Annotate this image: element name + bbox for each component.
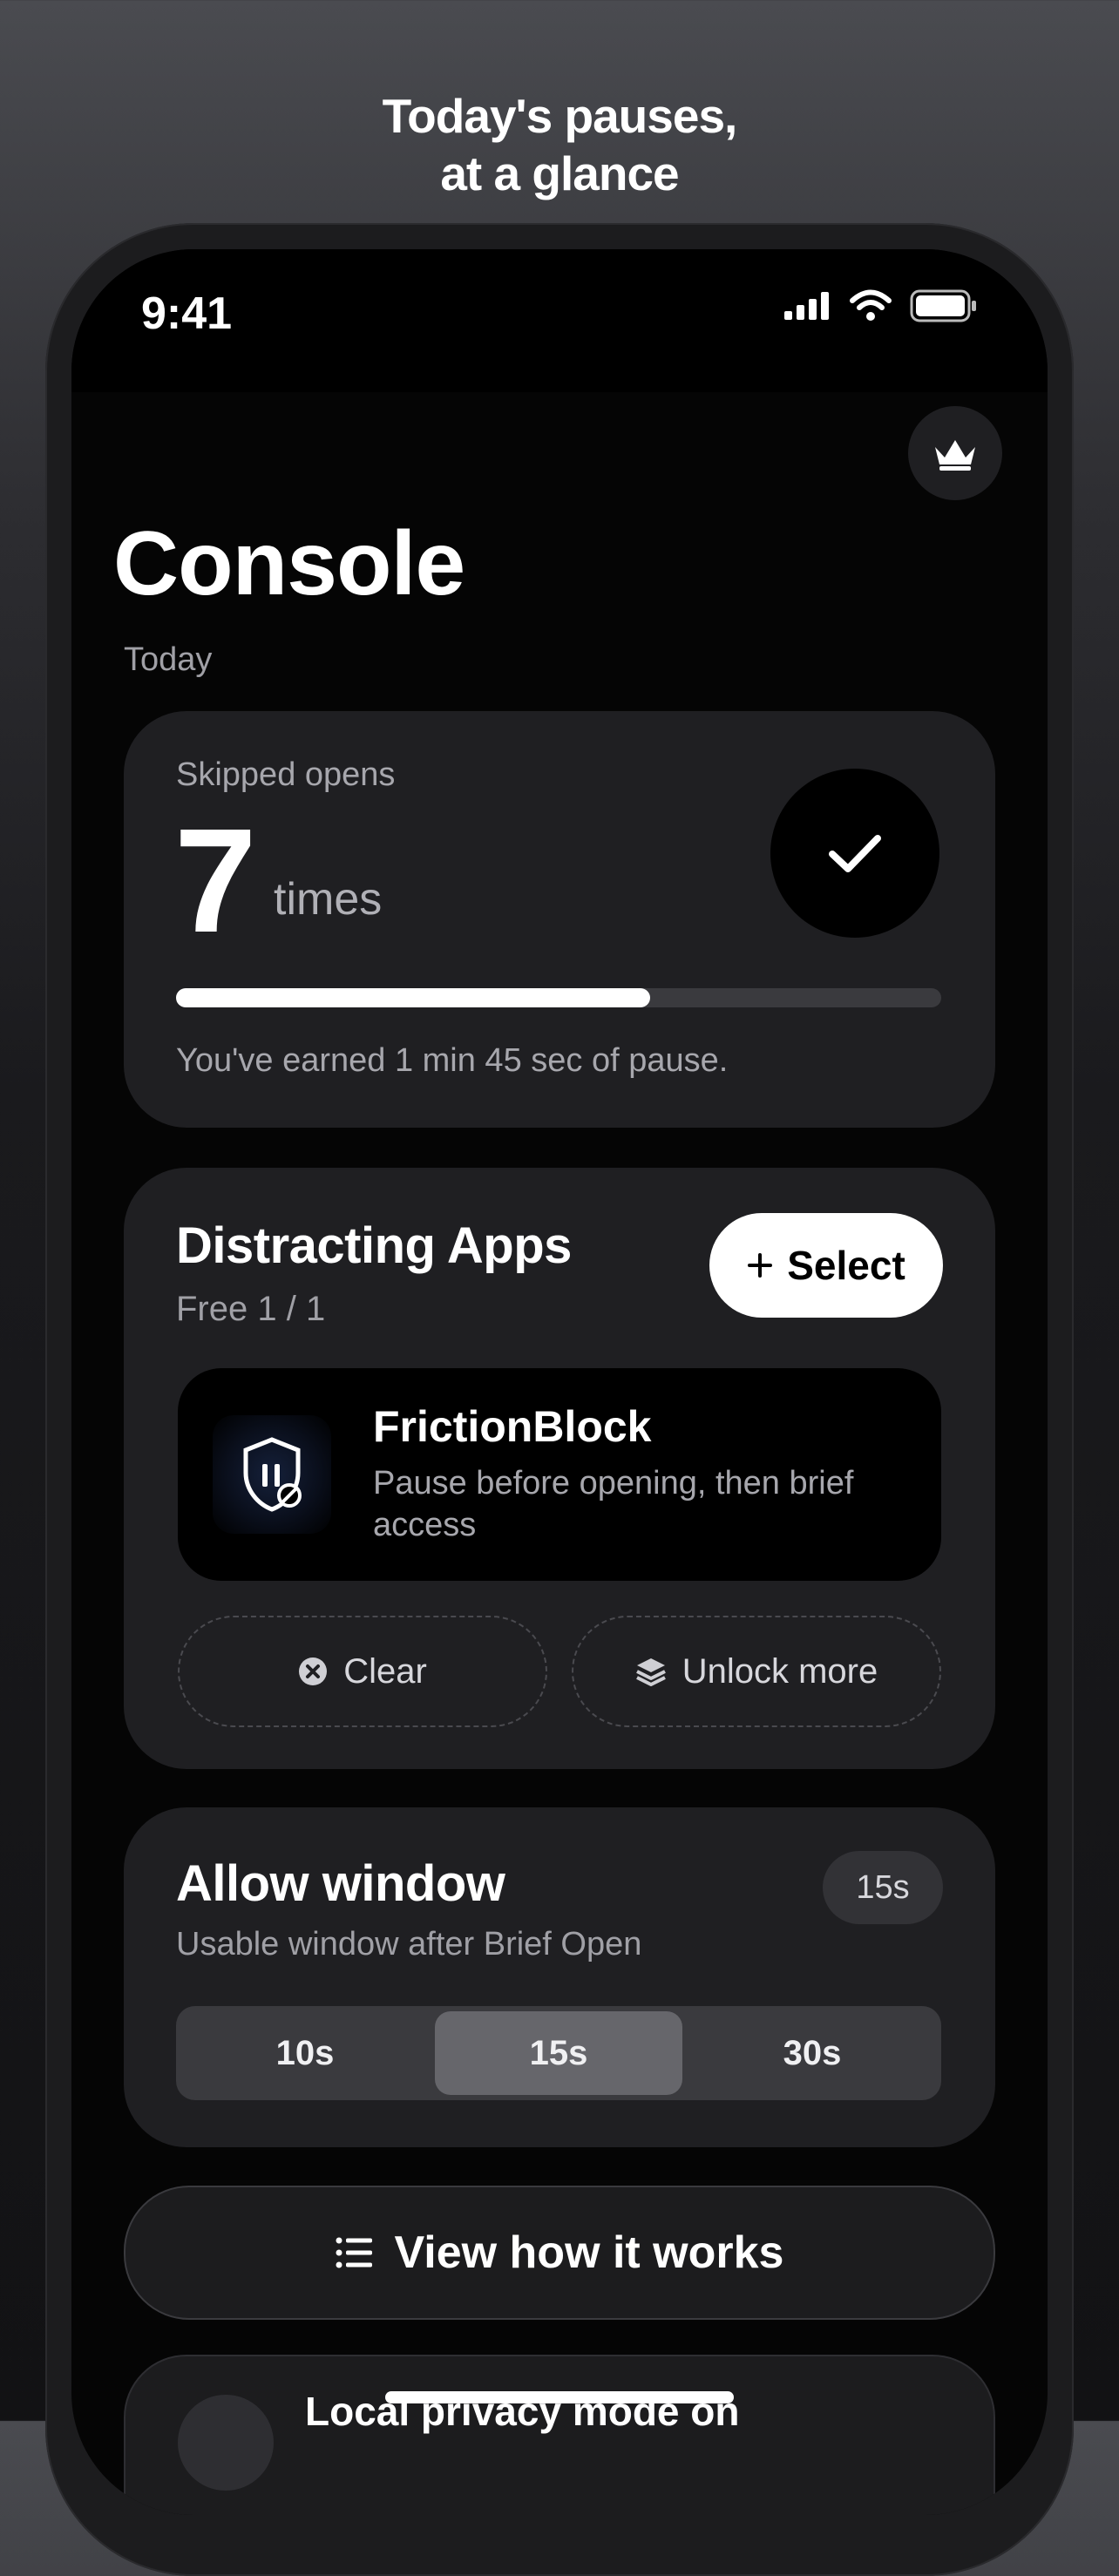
wifi-icon: [850, 289, 892, 321]
checkmark-icon: [829, 835, 881, 872]
status-time: 9:41: [141, 288, 233, 339]
headline-line-2: at a glance: [440, 146, 679, 200]
layers-icon: [635, 1658, 666, 1686]
app-tile[interactable]: FrictionBlock Pause before opening, then…: [178, 1368, 941, 1581]
apps-plan-label: Free 1 / 1: [176, 1290, 326, 1328]
allow-window-title: Allow window: [176, 1855, 505, 1912]
home-indicator[interactable]: [385, 2391, 734, 2403]
marketing-headline: Today's pauses, at a glance: [0, 87, 1119, 202]
page-title: Console: [113, 513, 465, 614]
segment-30s[interactable]: 30s: [688, 2011, 936, 2095]
page-subtitle: Today: [124, 641, 213, 678]
stats-label: Skipped opens: [176, 756, 396, 793]
phone-screen: 9:41 Console Today Skipped opens 7 times…: [71, 249, 1048, 2515]
status-icons: [784, 289, 978, 322]
status-check-badge: [770, 769, 939, 938]
pause-progress-fill: [176, 988, 651, 1007]
clear-button-label: Clear: [343, 1651, 427, 1691]
plus-icon: [748, 1253, 773, 1278]
how-button-label: View how it works: [394, 2227, 784, 2278]
allow-window-segmented-control: 10s 15s 30s: [176, 2006, 941, 2100]
select-button-label: Select: [787, 1243, 905, 1288]
clear-button[interactable]: Clear: [178, 1616, 547, 1727]
stats-note: You've earned 1 min 45 sec of pause.: [176, 1042, 729, 1079]
cellular-signal-icon: [784, 292, 829, 320]
apps-title: Distracting Apps: [176, 1217, 572, 1274]
shield-pause-icon: [243, 1437, 302, 1512]
unlock-more-button[interactable]: Unlock more: [572, 1616, 941, 1727]
allow-window-card: Allow window 15s Usable window after Bri…: [124, 1807, 995, 2147]
app-icon: [213, 1415, 331, 1534]
clear-circle-icon: [299, 1657, 328, 1685]
stats-unit: times: [274, 874, 383, 925]
distracting-apps-card: Distracting Apps Free 1 / 1 Select Frict…: [124, 1168, 995, 1769]
segment-15s[interactable]: 15s: [435, 2011, 682, 2095]
unlock-button-label: Unlock more: [682, 1651, 878, 1691]
headline-line-1: Today's pauses,: [382, 89, 738, 143]
status-bar: 9:41: [71, 249, 1048, 392]
view-how-it-works-button[interactable]: View how it works: [124, 2186, 995, 2320]
premium-button[interactable]: [908, 406, 1002, 500]
app-name: FrictionBlock: [373, 1402, 652, 1451]
pause-progress-bar: [176, 988, 941, 1007]
app-description: Pause before opening, then brief access: [373, 1465, 854, 1543]
select-apps-button[interactable]: Select: [709, 1213, 943, 1318]
list-icon: [336, 2237, 372, 2268]
crown-icon: [935, 440, 975, 471]
stats-value: 7: [174, 798, 257, 964]
skipped-opens-card: Skipped opens 7 times You've earned 1 mi…: [124, 711, 995, 1128]
privacy-icon: [178, 2395, 274, 2491]
allow-window-badge: 15s: [823, 1851, 943, 1924]
battery-icon: [910, 289, 976, 322]
allow-window-subtitle: Usable window after Brief Open: [176, 1926, 642, 1963]
privacy-mode-card[interactable]: Local privacy mode on: [124, 2355, 995, 2515]
segment-10s[interactable]: 10s: [181, 2011, 429, 2095]
